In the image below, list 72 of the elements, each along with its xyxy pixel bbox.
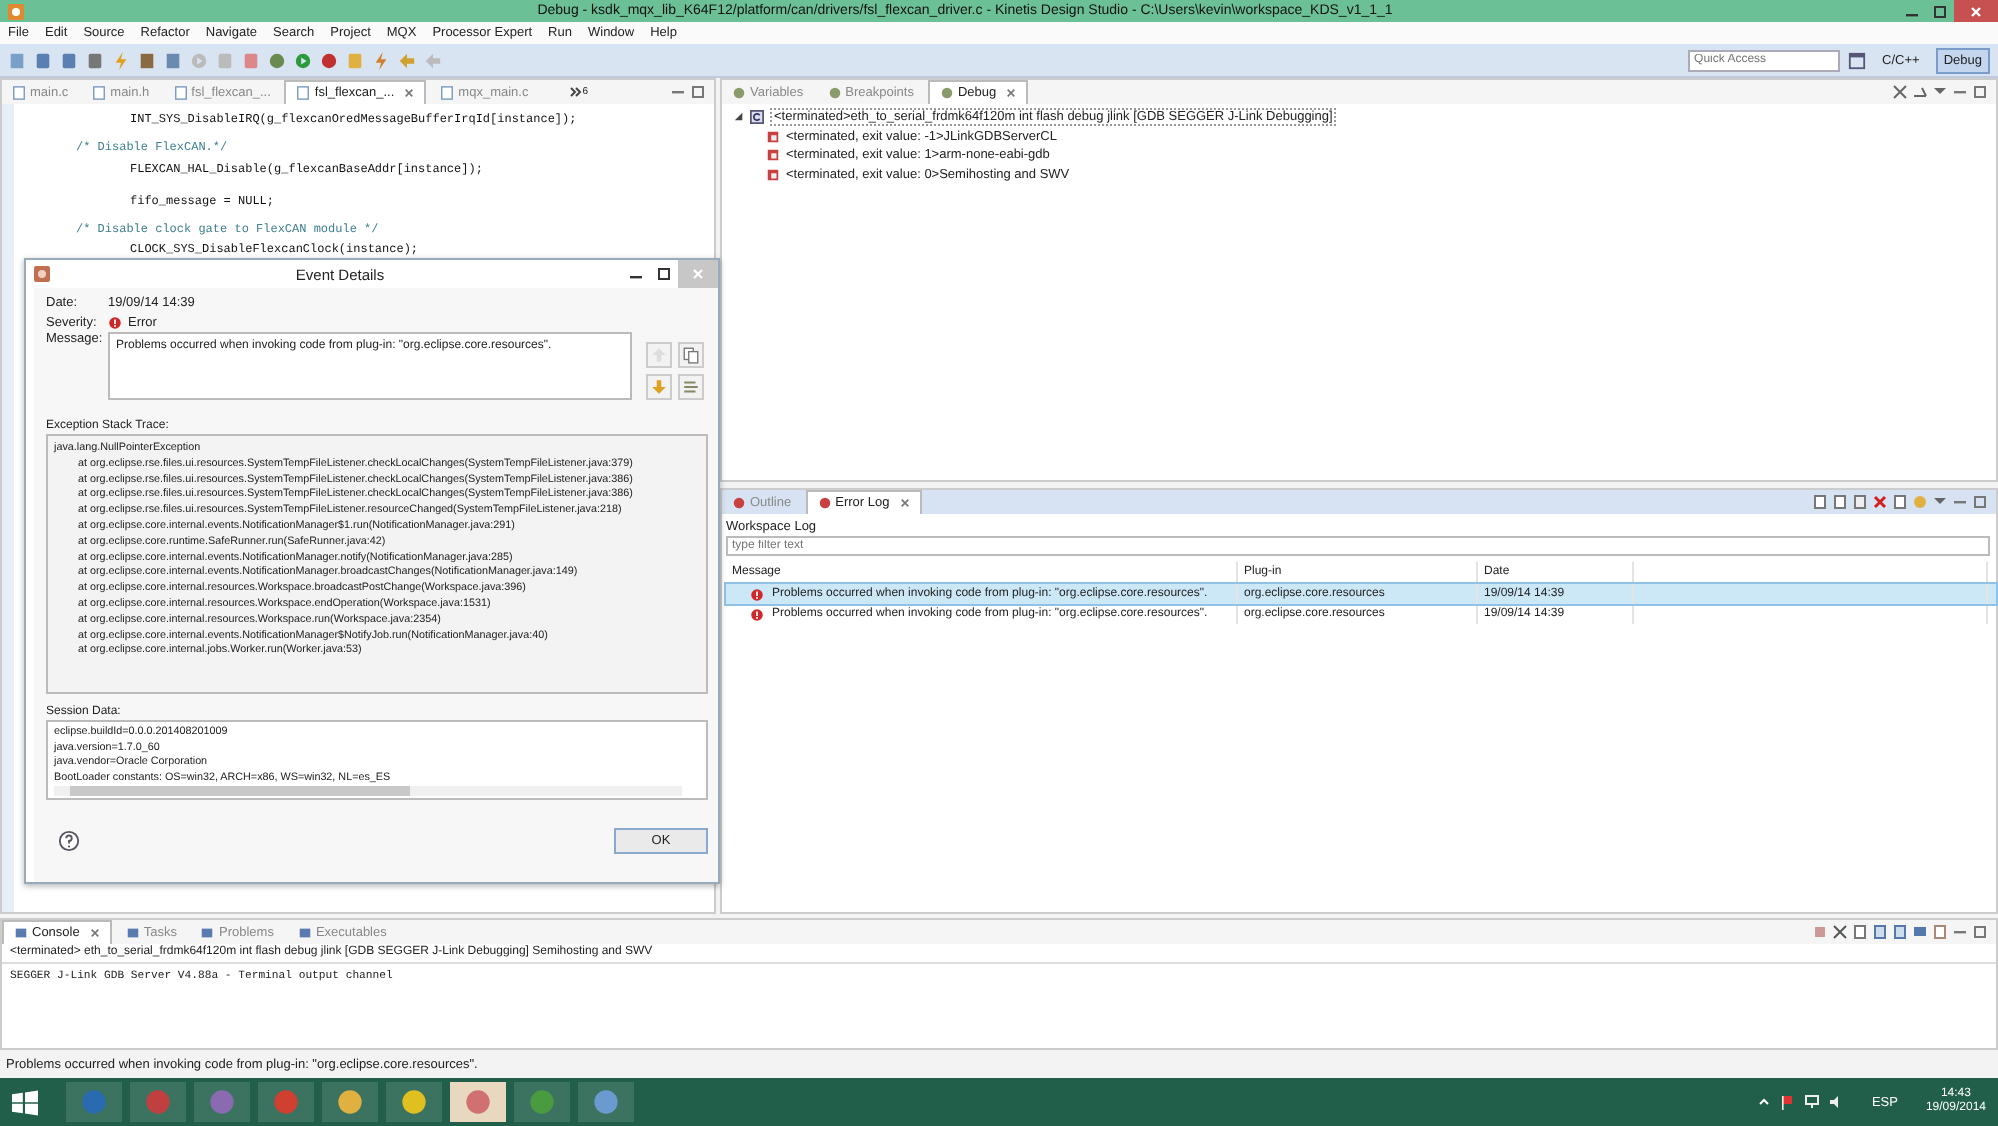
terminated-process-icon (766, 129, 780, 144)
arrow-up-icon (650, 346, 668, 364)
arrow-down-icon (650, 378, 668, 396)
volume-icon[interactable] (1827, 1094, 1844, 1110)
help-icon[interactable] (58, 830, 80, 852)
launch-icon (750, 110, 764, 125)
copy-icon (682, 346, 700, 364)
open-perspective-icon[interactable] (1848, 51, 1867, 69)
run-icon[interactable] (294, 51, 312, 69)
file-icon (173, 85, 188, 99)
maximize-icon (1932, 3, 1948, 19)
maximize-view-icon[interactable] (690, 84, 706, 100)
filter-button[interactable] (678, 374, 704, 400)
close-icon (690, 266, 706, 282)
app-icon (464, 1088, 492, 1116)
remove-launch-icon[interactable] (1832, 924, 1848, 940)
delete-log-icon[interactable] (1872, 494, 1888, 510)
network-icon[interactable] (1803, 1094, 1820, 1110)
lines-icon (682, 378, 700, 396)
file-icon (12, 85, 26, 99)
stack-trace-box[interactable] (46, 434, 708, 694)
error-icon (750, 587, 764, 601)
hidden-tabs-indicator[interactable]: 6 (570, 86, 588, 98)
view-icon (297, 925, 312, 939)
display-console-icon[interactable] (1912, 924, 1928, 940)
copy-button[interactable] (678, 342, 704, 368)
file-icon (92, 85, 107, 99)
remove-terminated-icon[interactable] (1892, 84, 1908, 100)
app-icon (144, 1088, 172, 1116)
view-menu-icon[interactable] (1932, 494, 1948, 510)
app-icon (272, 1088, 300, 1116)
view-icon (827, 85, 842, 99)
start-button[interactable] (12, 1089, 38, 1115)
taskbar-app-button[interactable] (450, 1082, 506, 1122)
flag-icon[interactable] (1779, 1094, 1796, 1110)
double-chevron-icon (570, 86, 583, 98)
stop-icon[interactable] (242, 51, 260, 69)
view-icon (732, 495, 746, 509)
app-icon (208, 1088, 236, 1116)
app-icon (528, 1088, 556, 1116)
view-menu-icon[interactable] (1932, 84, 1948, 100)
terminated-process-icon (766, 167, 780, 182)
expand-toggle-icon[interactable] (734, 112, 744, 123)
terminated-process-icon (766, 148, 780, 163)
maximize-view-icon[interactable] (1972, 494, 1988, 510)
close-tab-icon[interactable] (404, 88, 415, 98)
maximize-view-icon[interactable] (1972, 924, 1988, 940)
close-tab-icon[interactable] (1006, 88, 1017, 98)
maximize-view-icon[interactable] (1972, 84, 1988, 100)
app-icon (336, 1088, 364, 1116)
dialog-icon (34, 266, 50, 282)
close-button[interactable] (1954, 0, 1998, 22)
close-tab-icon[interactable] (89, 928, 100, 938)
app-icon (592, 1088, 620, 1116)
app-icon (400, 1088, 428, 1116)
view-icon (200, 925, 215, 939)
error-icon (750, 607, 764, 621)
show-hidden-icons-icon[interactable] (1755, 1094, 1772, 1110)
view-icon (14, 926, 28, 940)
error-icon (108, 315, 122, 330)
view-icon (732, 85, 746, 99)
file-icon (296, 86, 311, 100)
file-icon (440, 85, 455, 99)
app-icon (80, 1088, 108, 1116)
close-tab-icon[interactable] (899, 498, 910, 508)
close-icon (1968, 3, 1984, 19)
taskbar-app-button[interactable] (386, 1082, 442, 1122)
view-icon (817, 496, 832, 510)
maximize-icon (656, 266, 672, 282)
view-icon (125, 925, 140, 939)
view-icon (939, 86, 954, 100)
taskbar-app-button[interactable] (322, 1082, 378, 1122)
